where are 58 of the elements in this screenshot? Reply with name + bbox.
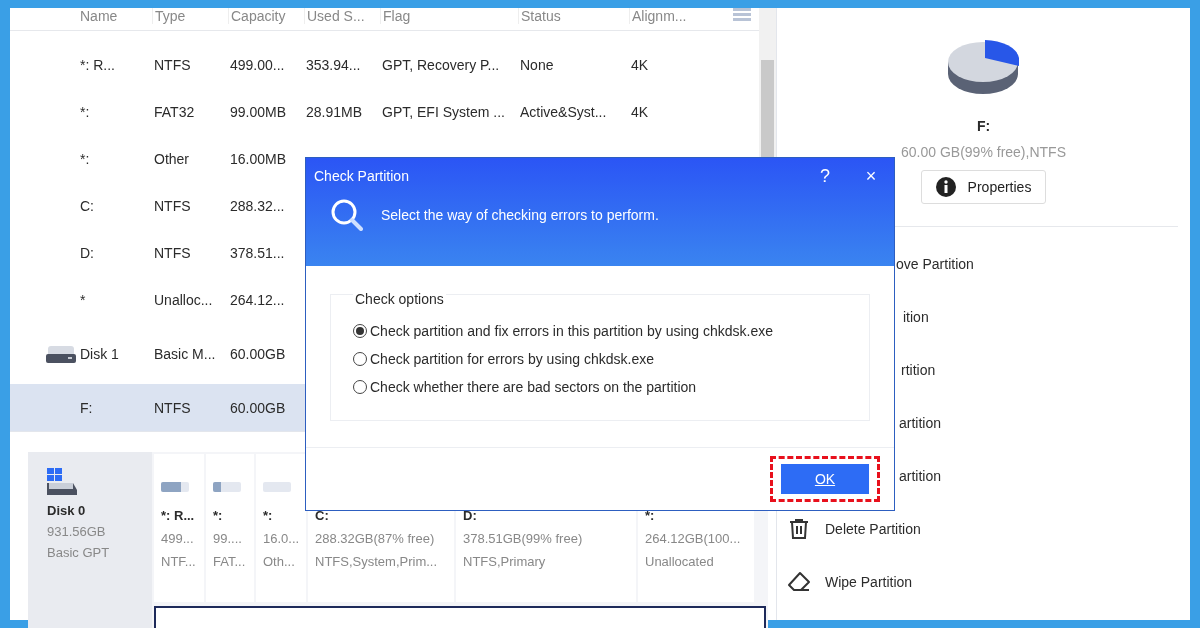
table-cell-text: *: bbox=[79, 103, 91, 120]
table-cell-text: NTFS bbox=[153, 56, 192, 73]
table-cell-text: GPT, Recovery P... bbox=[381, 56, 501, 73]
table-cell-text: *: R... bbox=[79, 56, 116, 73]
table-cell-text: 378.51... bbox=[229, 244, 286, 261]
table-cell-text: NTFS bbox=[153, 197, 192, 214]
table-cell-text: Active&Syst... bbox=[519, 103, 608, 120]
table-cell-text: Other bbox=[153, 150, 190, 167]
partition-size: 499... bbox=[161, 531, 195, 546]
table-cell-text: GPT, EFI System ... bbox=[381, 103, 506, 120]
partition-filesystem: NTFS,Primary bbox=[463, 554, 547, 569]
table-cell-text: *: bbox=[79, 150, 91, 167]
partition-size: 264.12GB(100... bbox=[645, 531, 742, 546]
partition-size: 378.51GB(99% free) bbox=[463, 531, 584, 546]
partition-size: 288.32GB(87% free) bbox=[315, 531, 436, 546]
partition-summary: 60.00 GB(99% free),NTFS bbox=[901, 144, 1066, 160]
table-cell-text: 288.32... bbox=[229, 197, 286, 214]
table-cell-text: F: bbox=[79, 399, 94, 416]
partition-filesystem: NTFS,System,Prim... bbox=[315, 554, 439, 569]
partition-filesystem: Oth... bbox=[263, 554, 296, 569]
table-cell-text: 16.00MB bbox=[229, 150, 288, 167]
partition-label: C: bbox=[315, 508, 330, 523]
group-title: Check options bbox=[353, 291, 446, 307]
partition-size: 99.... bbox=[213, 531, 243, 546]
partition-label: *: bbox=[213, 508, 224, 523]
table-cell-text: 60.00GB bbox=[229, 399, 287, 416]
disk-type: Basic GPT bbox=[47, 545, 111, 560]
table-cell-text: 353.94... bbox=[305, 56, 362, 73]
partition-label: *: R... bbox=[161, 508, 196, 523]
table-cell-text: 4K bbox=[630, 103, 650, 120]
dialog-title: Check Partition bbox=[314, 168, 410, 184]
table-cell-text: 264.12... bbox=[229, 291, 286, 308]
partition-name: F: bbox=[976, 118, 991, 134]
disk-name: Disk 0 bbox=[47, 503, 87, 518]
partition-filesystem: NTF... bbox=[161, 554, 197, 569]
partition-label: *: bbox=[645, 508, 656, 523]
partition-label: *: bbox=[263, 508, 274, 523]
table-cell-text: D: bbox=[79, 244, 95, 261]
table-cell-text: Disk 1 bbox=[79, 345, 120, 362]
table-cell-text: Basic M... bbox=[153, 345, 217, 362]
table-cell-text: 4K bbox=[630, 56, 650, 73]
partition-size: 16.0... bbox=[263, 531, 301, 546]
table-cell-text: 499.00... bbox=[229, 56, 286, 73]
table-cell-text: FAT32 bbox=[153, 103, 196, 120]
table-cell-text: C: bbox=[79, 197, 95, 214]
table-cell-text: 28.91MB bbox=[305, 103, 364, 120]
table-cell-text: NTFS bbox=[153, 399, 192, 416]
partition-label: D: bbox=[463, 508, 478, 523]
table-cell-text: * bbox=[79, 291, 87, 308]
dialog-instruction: Select the way of checking errors to perform. bbox=[381, 206, 659, 223]
table-cell-text: Unalloc... bbox=[153, 291, 214, 308]
table-cell-text: NTFS bbox=[153, 244, 192, 261]
partition-filesystem: FAT... bbox=[213, 554, 247, 569]
table-cell-text: 99.00MB bbox=[229, 103, 288, 120]
disk-size: 931.56GB bbox=[47, 524, 107, 539]
table-cell-text: None bbox=[519, 56, 555, 73]
partition-filesystem: Unallocated bbox=[645, 554, 715, 569]
table-cell-text: 60.00GB bbox=[229, 345, 287, 362]
